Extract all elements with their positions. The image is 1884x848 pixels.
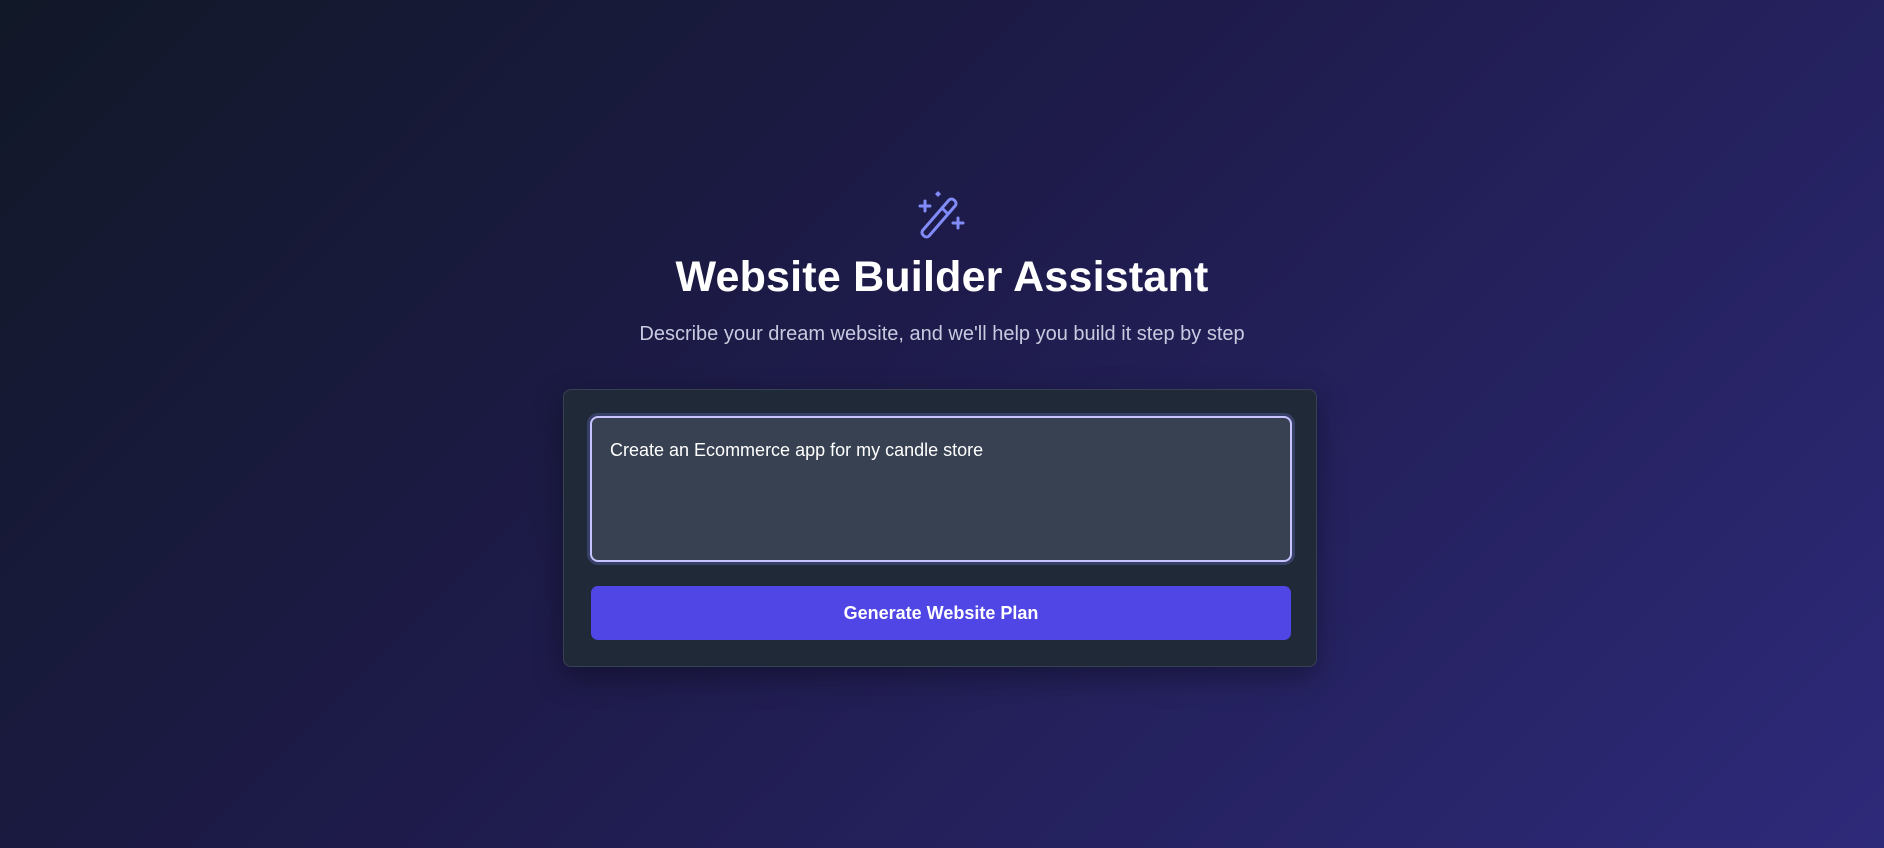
website-description-input[interactable]: Create an Ecommerce app for my candle st…	[587, 413, 1295, 565]
page-title: Website Builder Assistant	[675, 253, 1209, 301]
hero-header: Website Builder Assistant Describe your …	[0, 186, 1884, 346]
generate-website-plan-button[interactable]: Generate Website Plan	[591, 586, 1291, 640]
prompt-card: Create an Ecommerce app for my candle st…	[563, 389, 1317, 667]
page-subtitle: Describe your dream website, and we'll h…	[639, 322, 1245, 345]
magic-wand-icon	[918, 191, 965, 239]
